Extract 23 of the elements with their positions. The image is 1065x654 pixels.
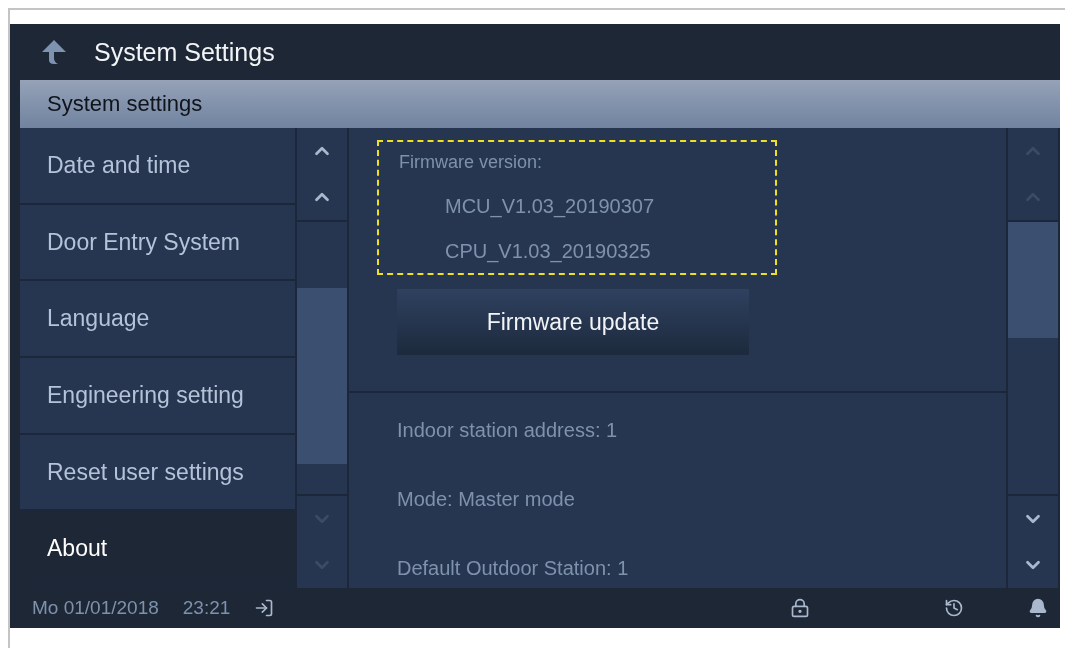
sidebar-item[interactable]: Language xyxy=(20,281,295,358)
section-header: System settings xyxy=(20,80,1060,128)
window-title: System Settings xyxy=(94,37,275,67)
status-time: 23:21 xyxy=(182,597,231,619)
history-icon[interactable] xyxy=(944,598,964,618)
sidebar-item[interactable]: Date and time xyxy=(20,128,295,205)
firmware-update-button[interactable]: Firmware update xyxy=(397,289,749,355)
scrollbar-thumb[interactable] xyxy=(1008,222,1058,338)
firmware-version-text: CPU_V1.03_20190325 xyxy=(444,240,652,263)
scrollbar-thumb[interactable] xyxy=(297,288,347,464)
sidebar-item[interactable]: Door Entry System xyxy=(20,204,295,282)
door-exit-icon[interactable] xyxy=(254,598,275,618)
info-text: Mode: Master mode xyxy=(397,488,576,511)
status-date: Mo 01/01/2018 xyxy=(32,597,159,619)
lock-icon[interactable] xyxy=(790,598,810,618)
info-text: Default Outdoor Station: 1 xyxy=(397,557,630,580)
info-text: Indoor station address: 1 xyxy=(397,419,619,442)
firmware-version-text: MCU_V1.03_20190307 xyxy=(444,195,656,218)
sidebar-item[interactable]: Reset user settings xyxy=(20,434,295,512)
sidebar-item[interactable]: Engineering setting xyxy=(20,358,295,435)
back-arrow-icon[interactable] xyxy=(40,38,68,66)
bell-icon[interactable] xyxy=(1028,598,1048,618)
firmware-version-label: Firmware version: xyxy=(399,152,544,173)
